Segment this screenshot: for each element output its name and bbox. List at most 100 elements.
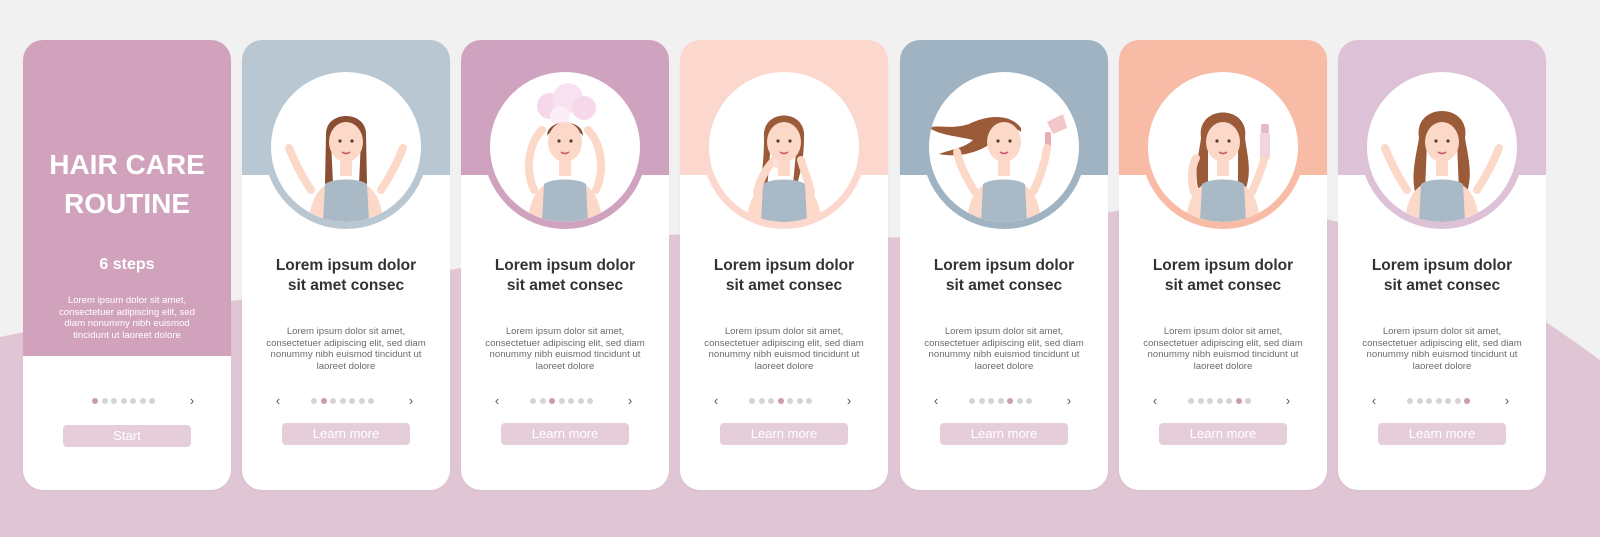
page-dot[interactable]: [777, 398, 784, 404]
card-title: Lorem ipsum dolor sit amet consec: [1371, 257, 1513, 294]
page-dot[interactable]: [92, 398, 98, 404]
page-dot[interactable]: [1188, 398, 1194, 404]
pagination: ‹ ›: [1119, 394, 1327, 408]
page-dot[interactable]: [539, 398, 546, 404]
page-dot[interactable]: [1416, 398, 1423, 404]
page-dot[interactable]: [1426, 398, 1432, 404]
page-dot[interactable]: [1445, 398, 1451, 404]
page-dot[interactable]: [149, 398, 155, 404]
page-dot[interactable]: [101, 398, 108, 404]
page-dot[interactable]: [1454, 398, 1461, 404]
page-dots: [1188, 398, 1258, 404]
card-title: Lorem ipsum dolor sit amet consec: [1152, 257, 1294, 294]
onboarding-card-4: Lorem ipsum dolor sit amet consec Lorem …: [900, 40, 1108, 490]
page-dot[interactable]: [1207, 398, 1213, 404]
page-dot[interactable]: [1016, 398, 1023, 404]
chevron-left-icon[interactable]: ‹: [490, 394, 504, 408]
page-dot[interactable]: [1407, 398, 1413, 404]
chevron-left-icon[interactable]: ‹: [1367, 394, 1381, 408]
learn-more-button[interactable]: Learn more: [940, 423, 1068, 445]
learn-more-button[interactable]: Learn more: [501, 423, 629, 445]
page-dot[interactable]: [1197, 398, 1204, 404]
portrait-frame: [1141, 65, 1305, 229]
page-dot[interactable]: [549, 398, 555, 404]
page-dot[interactable]: [988, 398, 994, 404]
page-dot[interactable]: [749, 398, 755, 404]
chevron-right-icon[interactable]: ›: [623, 394, 637, 408]
page-dot[interactable]: [568, 398, 574, 404]
intro-description: Lorem ipsum dolor sit amet, consectetuer…: [59, 295, 195, 341]
portrait-frame: [702, 65, 866, 229]
card-description: Lorem ipsum dolor sit amet, consectetuer…: [924, 326, 1084, 372]
intro-card: HAIR CARE ROUTINE 6 steps Lorem ipsum do…: [23, 40, 231, 490]
card-description: Lorem ipsum dolor sit amet, consectetuer…: [1362, 326, 1522, 372]
page-dot[interactable]: [358, 398, 365, 404]
chevron-right-icon[interactable]: ›: [842, 394, 856, 408]
pagination: ›: [23, 394, 231, 408]
chevron-left-icon[interactable]: ‹: [929, 394, 943, 408]
page-dot[interactable]: [1007, 398, 1013, 404]
page-dot[interactable]: [997, 398, 1004, 404]
page-dot[interactable]: [969, 398, 975, 404]
page-dot[interactable]: [349, 398, 355, 404]
page-dot[interactable]: [796, 398, 803, 404]
page-dots: [530, 398, 600, 404]
chevron-right-icon[interactable]: ›: [1062, 394, 1076, 408]
page-dot[interactable]: [1026, 398, 1032, 404]
page-dot[interactable]: [1435, 398, 1442, 404]
page-dot[interactable]: [320, 398, 327, 404]
learn-more-button[interactable]: Learn more: [1159, 423, 1287, 445]
page-dot[interactable]: [111, 398, 117, 404]
onboarding-card-3: Lorem ipsum dolor sit amet consec Lorem …: [680, 40, 888, 490]
page-dot[interactable]: [1464, 398, 1470, 404]
chevron-right-icon[interactable]: ›: [185, 394, 199, 408]
pagination: ‹ ›: [1338, 394, 1546, 408]
intro-title: HAIR CARE ROUTINE: [49, 149, 205, 219]
card-description: Lorem ipsum dolor sit amet, consectetuer…: [704, 326, 864, 372]
chevron-left-icon[interactable]: ‹: [1148, 394, 1162, 408]
page-dots: [311, 398, 381, 404]
page-dot[interactable]: [530, 398, 536, 404]
learn-more-button[interactable]: Learn more: [720, 423, 848, 445]
page-dot[interactable]: [1245, 398, 1251, 404]
page-dot[interactable]: [330, 398, 336, 404]
card-title: Lorem ipsum dolor sit amet consec: [933, 257, 1075, 294]
page-dot[interactable]: [311, 398, 317, 404]
card-description: Lorem ipsum dolor sit amet, consectetuer…: [266, 326, 426, 372]
portrait-frame: [922, 65, 1086, 229]
card-title: Lorem ipsum dolor sit amet consec: [494, 257, 636, 294]
page-dots: [749, 398, 819, 404]
chevron-left-icon[interactable]: ‹: [271, 394, 285, 408]
onboarding-card-2: Lorem ipsum dolor sit amet consec Lorem …: [461, 40, 669, 490]
card-description: Lorem ipsum dolor sit amet, consectetuer…: [1143, 326, 1303, 372]
page-dot[interactable]: [1235, 398, 1242, 404]
chevron-left-icon[interactable]: ‹: [709, 394, 723, 408]
page-dot[interactable]: [139, 398, 146, 404]
page-dot[interactable]: [806, 398, 812, 404]
page-dot[interactable]: [1226, 398, 1232, 404]
pagination: ‹ ›: [680, 394, 888, 408]
page-dots: [92, 398, 162, 404]
page-dot[interactable]: [978, 398, 985, 404]
chevron-right-icon[interactable]: ›: [1500, 394, 1514, 408]
learn-more-button[interactable]: Learn more: [1378, 423, 1506, 445]
pagination: ‹ ›: [900, 394, 1108, 408]
page-dot[interactable]: [368, 398, 374, 404]
page-dot[interactable]: [768, 398, 774, 404]
portrait-frame: [1360, 65, 1524, 229]
chevron-right-icon[interactable]: ›: [404, 394, 418, 408]
page-dot[interactable]: [558, 398, 565, 404]
start-button[interactable]: Start: [63, 425, 191, 447]
card-title: Lorem ipsum dolor sit amet consec: [275, 257, 417, 294]
page-dot[interactable]: [130, 398, 136, 404]
page-dot[interactable]: [587, 398, 593, 404]
page-dots: [969, 398, 1039, 404]
page-dot[interactable]: [120, 398, 127, 404]
page-dot[interactable]: [339, 398, 346, 404]
page-dot[interactable]: [787, 398, 793, 404]
chevron-right-icon[interactable]: ›: [1281, 394, 1295, 408]
page-dot[interactable]: [577, 398, 584, 404]
page-dot[interactable]: [1216, 398, 1223, 404]
learn-more-button[interactable]: Learn more: [282, 423, 410, 445]
page-dot[interactable]: [758, 398, 765, 404]
